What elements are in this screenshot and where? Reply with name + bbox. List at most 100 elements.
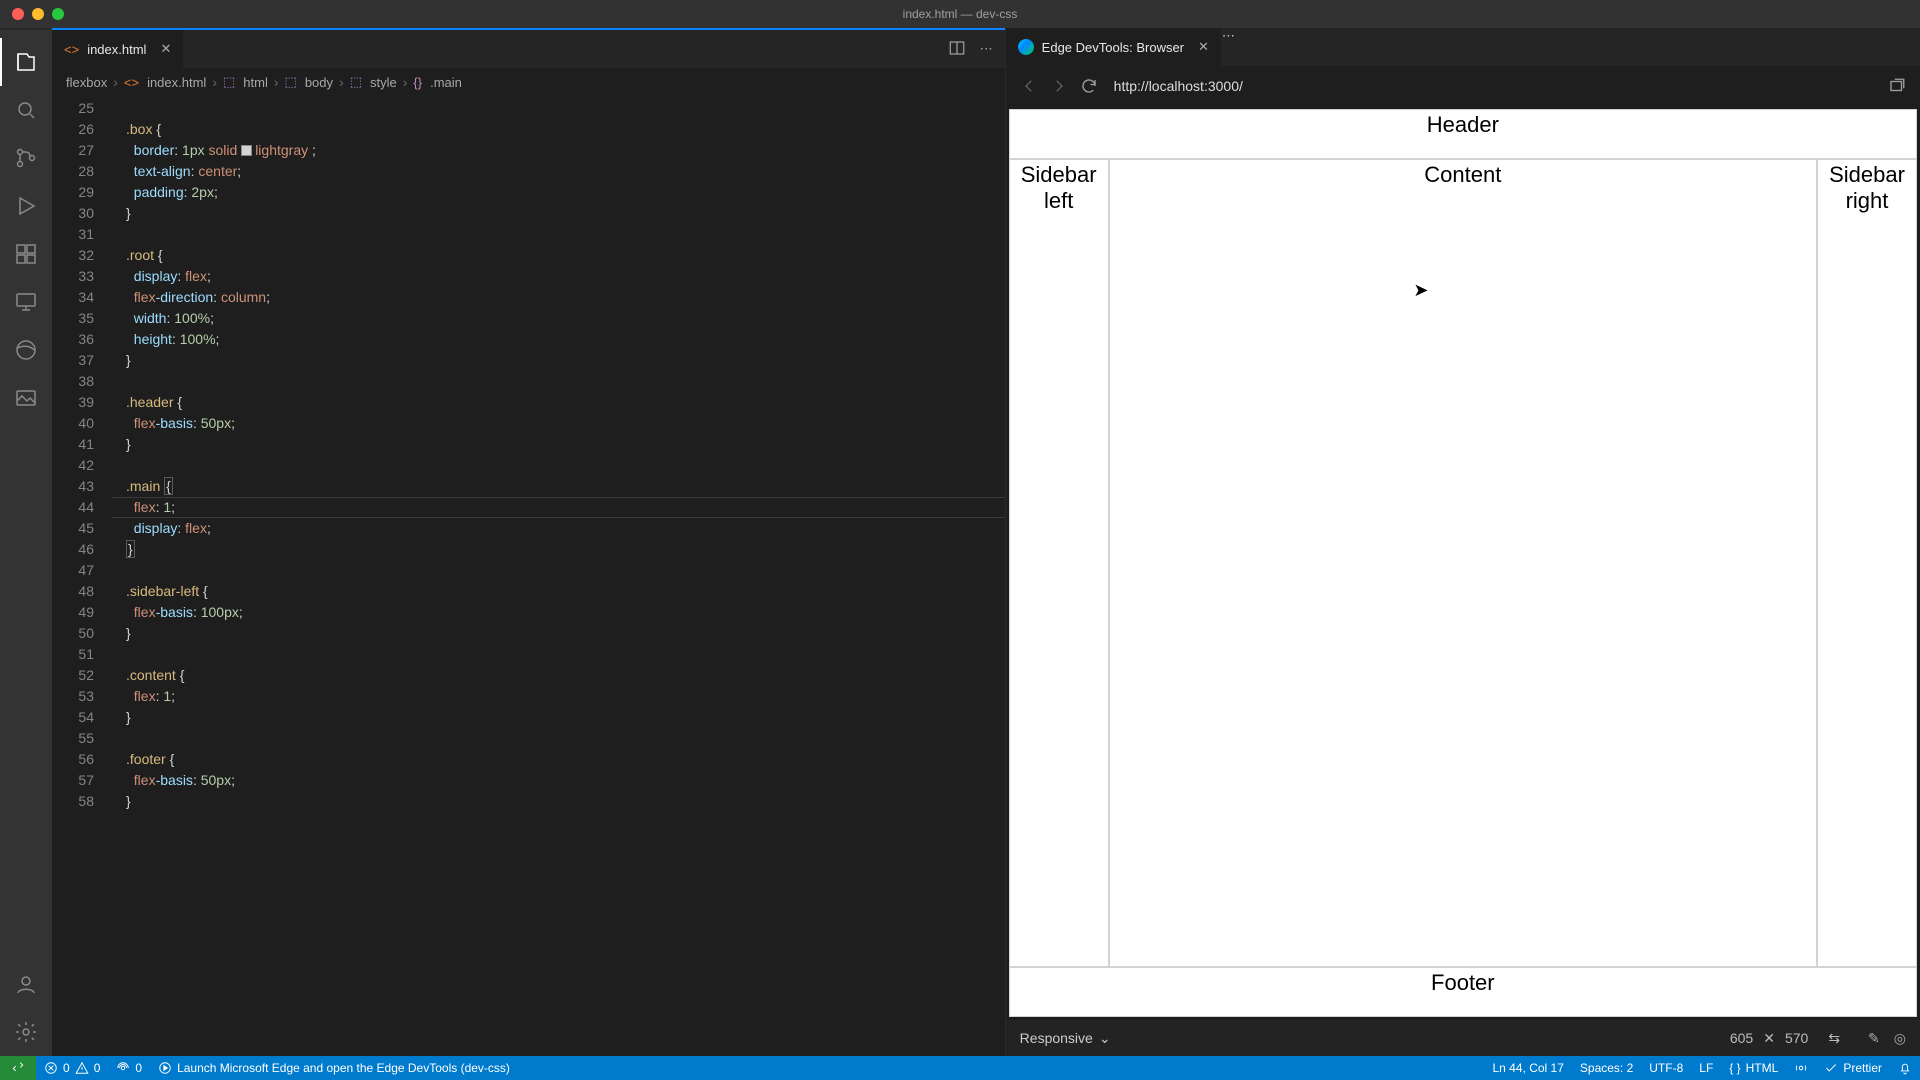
language-label: HTML	[1746, 1061, 1779, 1075]
remote-explorer-icon[interactable]	[0, 278, 52, 326]
tab-label: index.html	[87, 42, 146, 57]
editor-actions: ⋯	[1222, 28, 1235, 66]
window-titlebar: index.html — dev-css	[0, 0, 1920, 28]
preview-sidebar-left: Sidebar left	[1009, 159, 1109, 967]
window-title: index.html — dev-css	[903, 7, 1018, 21]
chevron-right-icon: ›	[274, 74, 279, 90]
editor-group-browser: Edge DevTools: Browser ✕ ⋯ http://localh…	[1005, 28, 1920, 1056]
eol[interactable]: LF	[1691, 1056, 1721, 1080]
browser-tabs: Edge DevTools: Browser ✕ ⋯	[1006, 28, 1920, 66]
chevron-right-icon: ›	[212, 74, 217, 90]
accounts-icon[interactable]	[0, 960, 52, 1008]
more-actions-icon[interactable]: ⋯	[1222, 28, 1235, 43]
symbol-icon: ⬚	[223, 74, 235, 90]
symbol-icon: ⬚	[350, 74, 362, 90]
ports-indicator[interactable]: 0	[108, 1056, 150, 1080]
preview-main: Sidebar left Content ➤ Sidebar right	[1009, 159, 1917, 967]
breadcrumb-item[interactable]: flexbox	[66, 75, 107, 90]
encoding[interactable]: UTF-8	[1641, 1056, 1691, 1080]
traffic-lights	[0, 8, 64, 20]
split-editor-icon[interactable]	[948, 39, 966, 60]
device-label: Responsive	[1020, 1030, 1093, 1046]
css-rule-icon: {}	[413, 75, 422, 90]
editor-actions: ⋯	[948, 30, 1005, 68]
edge-browser-icon	[1018, 39, 1034, 55]
launch-task[interactable]: Launch Microsoft Edge and open the Edge …	[150, 1056, 518, 1080]
preview-root: Header Sidebar left Content ➤ Sidebar ri…	[1009, 109, 1917, 1017]
inspect-element-icon[interactable]: ◎	[1894, 1030, 1906, 1047]
code-braces-icon: { }	[1729, 1061, 1740, 1075]
prettier-status[interactable]: Prettier	[1816, 1056, 1890, 1080]
forward-icon[interactable]	[1050, 77, 1068, 95]
warning-count: 0	[94, 1061, 101, 1075]
rotate-device-icon[interactable]: ⇆	[1828, 1030, 1840, 1047]
launch-label: Launch Microsoft Edge and open the Edge …	[177, 1061, 510, 1075]
close-tab-icon[interactable]: ✕	[160, 41, 171, 57]
symbol-icon: ⬚	[285, 74, 297, 90]
editor-groups: <> index.html ✕ ⋯ flexbox › <> index.htm…	[52, 28, 1920, 1056]
preview-content-label: Content	[1424, 162, 1501, 187]
viewport-width[interactable]: 605	[1730, 1030, 1753, 1046]
breadcrumb-item[interactable]: .main	[430, 75, 462, 90]
ports-count: 0	[135, 1061, 142, 1075]
preview-footer: Footer	[1009, 967, 1917, 1017]
indentation[interactable]: Spaces: 2	[1572, 1056, 1641, 1080]
status-bar: 0 0 0 Launch Microsoft Edge and open the…	[0, 1056, 1920, 1080]
editor-tabs: <> index.html ✕ ⋯	[52, 30, 1005, 68]
browser-toolbar: http://localhost:3000/	[1006, 66, 1920, 106]
eyedropper-icon[interactable]: ✎	[1868, 1030, 1880, 1047]
activity-bar	[0, 28, 52, 1056]
tab-index-html[interactable]: <> index.html ✕	[52, 30, 184, 68]
browser-viewport: Header Sidebar left Content ➤ Sidebar ri…	[1009, 109, 1917, 1017]
line-number-gutter: 2526272829303132333435363738394041424344…	[52, 96, 112, 1056]
run-debug-icon[interactable]	[0, 182, 52, 230]
code-lines[interactable]: .box { border: 1px solid lightgray ; tex…	[112, 96, 1005, 1056]
gallery-icon[interactable]	[0, 374, 52, 422]
chevron-right-icon: ›	[339, 74, 344, 90]
viewport-height[interactable]: 570	[1785, 1030, 1808, 1046]
device-selector[interactable]: Responsive ⌄	[1020, 1030, 1111, 1047]
open-external-icon[interactable]	[1888, 77, 1906, 95]
back-icon[interactable]	[1020, 77, 1038, 95]
breadcrumb-item[interactable]: html	[243, 75, 268, 90]
problems-indicator[interactable]: 0 0	[36, 1056, 108, 1080]
language-mode[interactable]: { } HTML	[1721, 1056, 1786, 1080]
maximize-window-button[interactable]	[52, 8, 64, 20]
device-emulation-bar: Responsive ⌄ 605 ✕ 570 ⇆ ✎ ◎	[1006, 1020, 1920, 1056]
minimize-window-button[interactable]	[32, 8, 44, 20]
address-bar[interactable]: http://localhost:3000/	[1110, 73, 1876, 99]
code-editor[interactable]: 2526272829303132333435363738394041424344…	[52, 96, 1005, 1056]
reload-icon[interactable]	[1080, 77, 1098, 95]
mouse-cursor-icon: ➤	[1413, 280, 1428, 301]
breadcrumb-item[interactable]: style	[370, 75, 397, 90]
notifications-bell-icon[interactable]	[1890, 1056, 1920, 1080]
html-file-icon: <>	[64, 42, 79, 57]
chevron-right-icon: ›	[403, 74, 408, 90]
explorer-icon[interactable]	[0, 38, 52, 86]
times-icon: ✕	[1763, 1030, 1775, 1047]
breadcrumbs[interactable]: flexbox › <> index.html › ⬚ html › ⬚ bod…	[52, 68, 1005, 96]
html-file-icon: <>	[124, 75, 139, 90]
go-live[interactable]	[1786, 1056, 1816, 1080]
tab-edge-devtools[interactable]: Edge DevTools: Browser ✕	[1006, 28, 1222, 66]
edge-tools-icon[interactable]	[0, 326, 52, 374]
preview-content: Content ➤	[1109, 159, 1817, 967]
chevron-down-icon: ⌄	[1099, 1030, 1111, 1047]
breadcrumb-item[interactable]: index.html	[147, 75, 206, 90]
more-actions-icon[interactable]: ⋯	[980, 41, 993, 57]
close-tab-icon[interactable]: ✕	[1198, 39, 1209, 55]
chevron-right-icon: ›	[113, 74, 118, 90]
editor-group-code: <> index.html ✕ ⋯ flexbox › <> index.htm…	[52, 28, 1005, 1056]
workbench: <> index.html ✕ ⋯ flexbox › <> index.htm…	[0, 28, 1920, 1056]
breadcrumb-item[interactable]: body	[305, 75, 333, 90]
remote-indicator[interactable]	[0, 1056, 36, 1080]
search-icon[interactable]	[0, 86, 52, 134]
close-window-button[interactable]	[12, 8, 24, 20]
preview-header: Header	[1009, 109, 1917, 159]
cursor-position[interactable]: Ln 44, Col 17	[1485, 1056, 1572, 1080]
prettier-label: Prettier	[1843, 1061, 1882, 1075]
settings-gear-icon[interactable]	[0, 1008, 52, 1056]
error-count: 0	[63, 1061, 70, 1075]
source-control-icon[interactable]	[0, 134, 52, 182]
extensions-icon[interactable]	[0, 230, 52, 278]
